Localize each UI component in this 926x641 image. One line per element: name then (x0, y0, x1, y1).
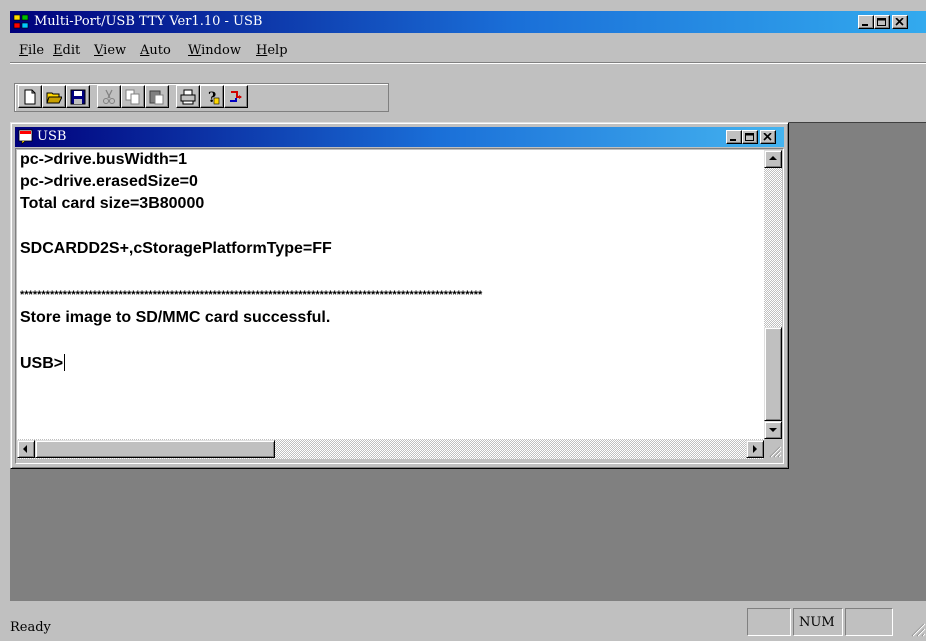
terminal-separator-line: ****************************************… (20, 289, 483, 301)
print-button[interactable] (176, 85, 200, 108)
copy-button[interactable] (121, 85, 145, 108)
toolbar: ? (10, 64, 926, 120)
restore-button[interactable] (874, 15, 890, 29)
menu-view[interactable]: View (94, 43, 126, 58)
child-minimize-button[interactable] (726, 130, 742, 144)
main-title-bar[interactable]: Multi-Port/USB TTY Ver1.10 - USB (10, 11, 926, 33)
scroll-down-button[interactable] (764, 421, 782, 439)
terminal-line: Store image to SD/MMC card successful. (20, 309, 331, 326)
terminal-prompt-line: USB> (20, 354, 66, 374)
new-button[interactable] (18, 85, 42, 108)
main-window: Multi-Port/USB TTY Ver1.10 - USB File Ed… (0, 0, 926, 641)
paste-button[interactable] (145, 85, 169, 108)
paste-icon (149, 90, 164, 105)
child-close-button[interactable] (760, 130, 776, 144)
vertical-scrollbar[interactable] (764, 150, 782, 439)
menu-bar: File Edit View Auto Window Help (10, 36, 926, 62)
cut-button[interactable] (97, 85, 121, 108)
close-button[interactable] (892, 15, 908, 29)
save-button[interactable] (66, 85, 90, 108)
vertical-scroll-thumb[interactable] (764, 327, 782, 421)
usb-terminal-window: USB pc->drive.busWidth=1 pc->drive.erase… (10, 122, 789, 469)
terminal-line: pc->drive.busWidth=1 (20, 151, 187, 168)
status-text: Ready (10, 620, 51, 635)
menu-file[interactable]: File (19, 43, 44, 58)
arrow-up-icon (769, 156, 777, 160)
open-icon (46, 92, 62, 104)
new-icon (24, 89, 36, 105)
open-button[interactable] (42, 85, 66, 108)
horizontal-scroll-thumb[interactable] (35, 440, 275, 458)
arrow-right-icon (753, 445, 757, 453)
arrow-down-icon (769, 428, 777, 432)
help-icon: ? (208, 90, 220, 105)
resize-grip-icon (769, 446, 782, 458)
window-title: Multi-Port/USB TTY Ver1.10 - USB (34, 14, 263, 29)
child-title-bar[interactable]: USB (15, 127, 784, 147)
menu-edit[interactable]: Edit (53, 43, 80, 58)
copy-icon (125, 89, 140, 105)
child-window-title: USB (37, 129, 67, 144)
arrow-left-icon (23, 445, 27, 453)
child-maximize-button[interactable] (742, 130, 758, 144)
scroll-left-button[interactable] (17, 440, 35, 458)
connect-button[interactable] (224, 85, 248, 108)
minimize-icon (730, 139, 736, 141)
terminal-line: Total card size=3B80000 (20, 195, 205, 212)
cut-icon (103, 89, 115, 104)
minimize-icon (862, 24, 868, 26)
about-button[interactable]: ? (200, 85, 224, 108)
terminal-line: SDCARDD2S+,cStoragePlatformType=FF (20, 240, 332, 257)
menu-window[interactable]: Window (188, 43, 241, 58)
menu-auto[interactable]: Auto (140, 43, 171, 58)
scroll-up-button[interactable] (764, 150, 782, 168)
status-bar: Ready NUM (10, 606, 926, 641)
close-icon (895, 18, 904, 26)
close-icon (763, 133, 772, 141)
status-pane-num: NUM (793, 608, 843, 636)
scroll-right-button[interactable] (746, 440, 764, 458)
terminal-line: pc->drive.erasedSize=0 (20, 173, 198, 190)
horizontal-scrollbar[interactable] (17, 439, 764, 459)
terminal-prompt: USB> (20, 355, 64, 372)
restore-icon (877, 18, 886, 26)
print-icon (180, 89, 196, 105)
resize-grip-icon[interactable] (908, 618, 926, 638)
maximize-icon (745, 133, 754, 141)
status-pane-empty-2 (845, 608, 893, 636)
child-size-grip[interactable] (764, 439, 782, 459)
terminal-client: pc->drive.busWidth=1 pc->drive.erasedSiz… (15, 148, 784, 464)
app-icon (13, 14, 29, 29)
terminal-output[interactable]: pc->drive.busWidth=1 pc->drive.erasedSiz… (17, 150, 764, 439)
menu-help[interactable]: Help (256, 43, 288, 58)
num-lock-indicator: NUM (799, 615, 835, 630)
document-icon (18, 129, 33, 145)
save-icon (70, 89, 86, 105)
connect-icon (230, 91, 242, 102)
minimize-button[interactable] (858, 15, 874, 29)
status-pane-empty (747, 608, 791, 636)
text-caret (64, 354, 66, 371)
